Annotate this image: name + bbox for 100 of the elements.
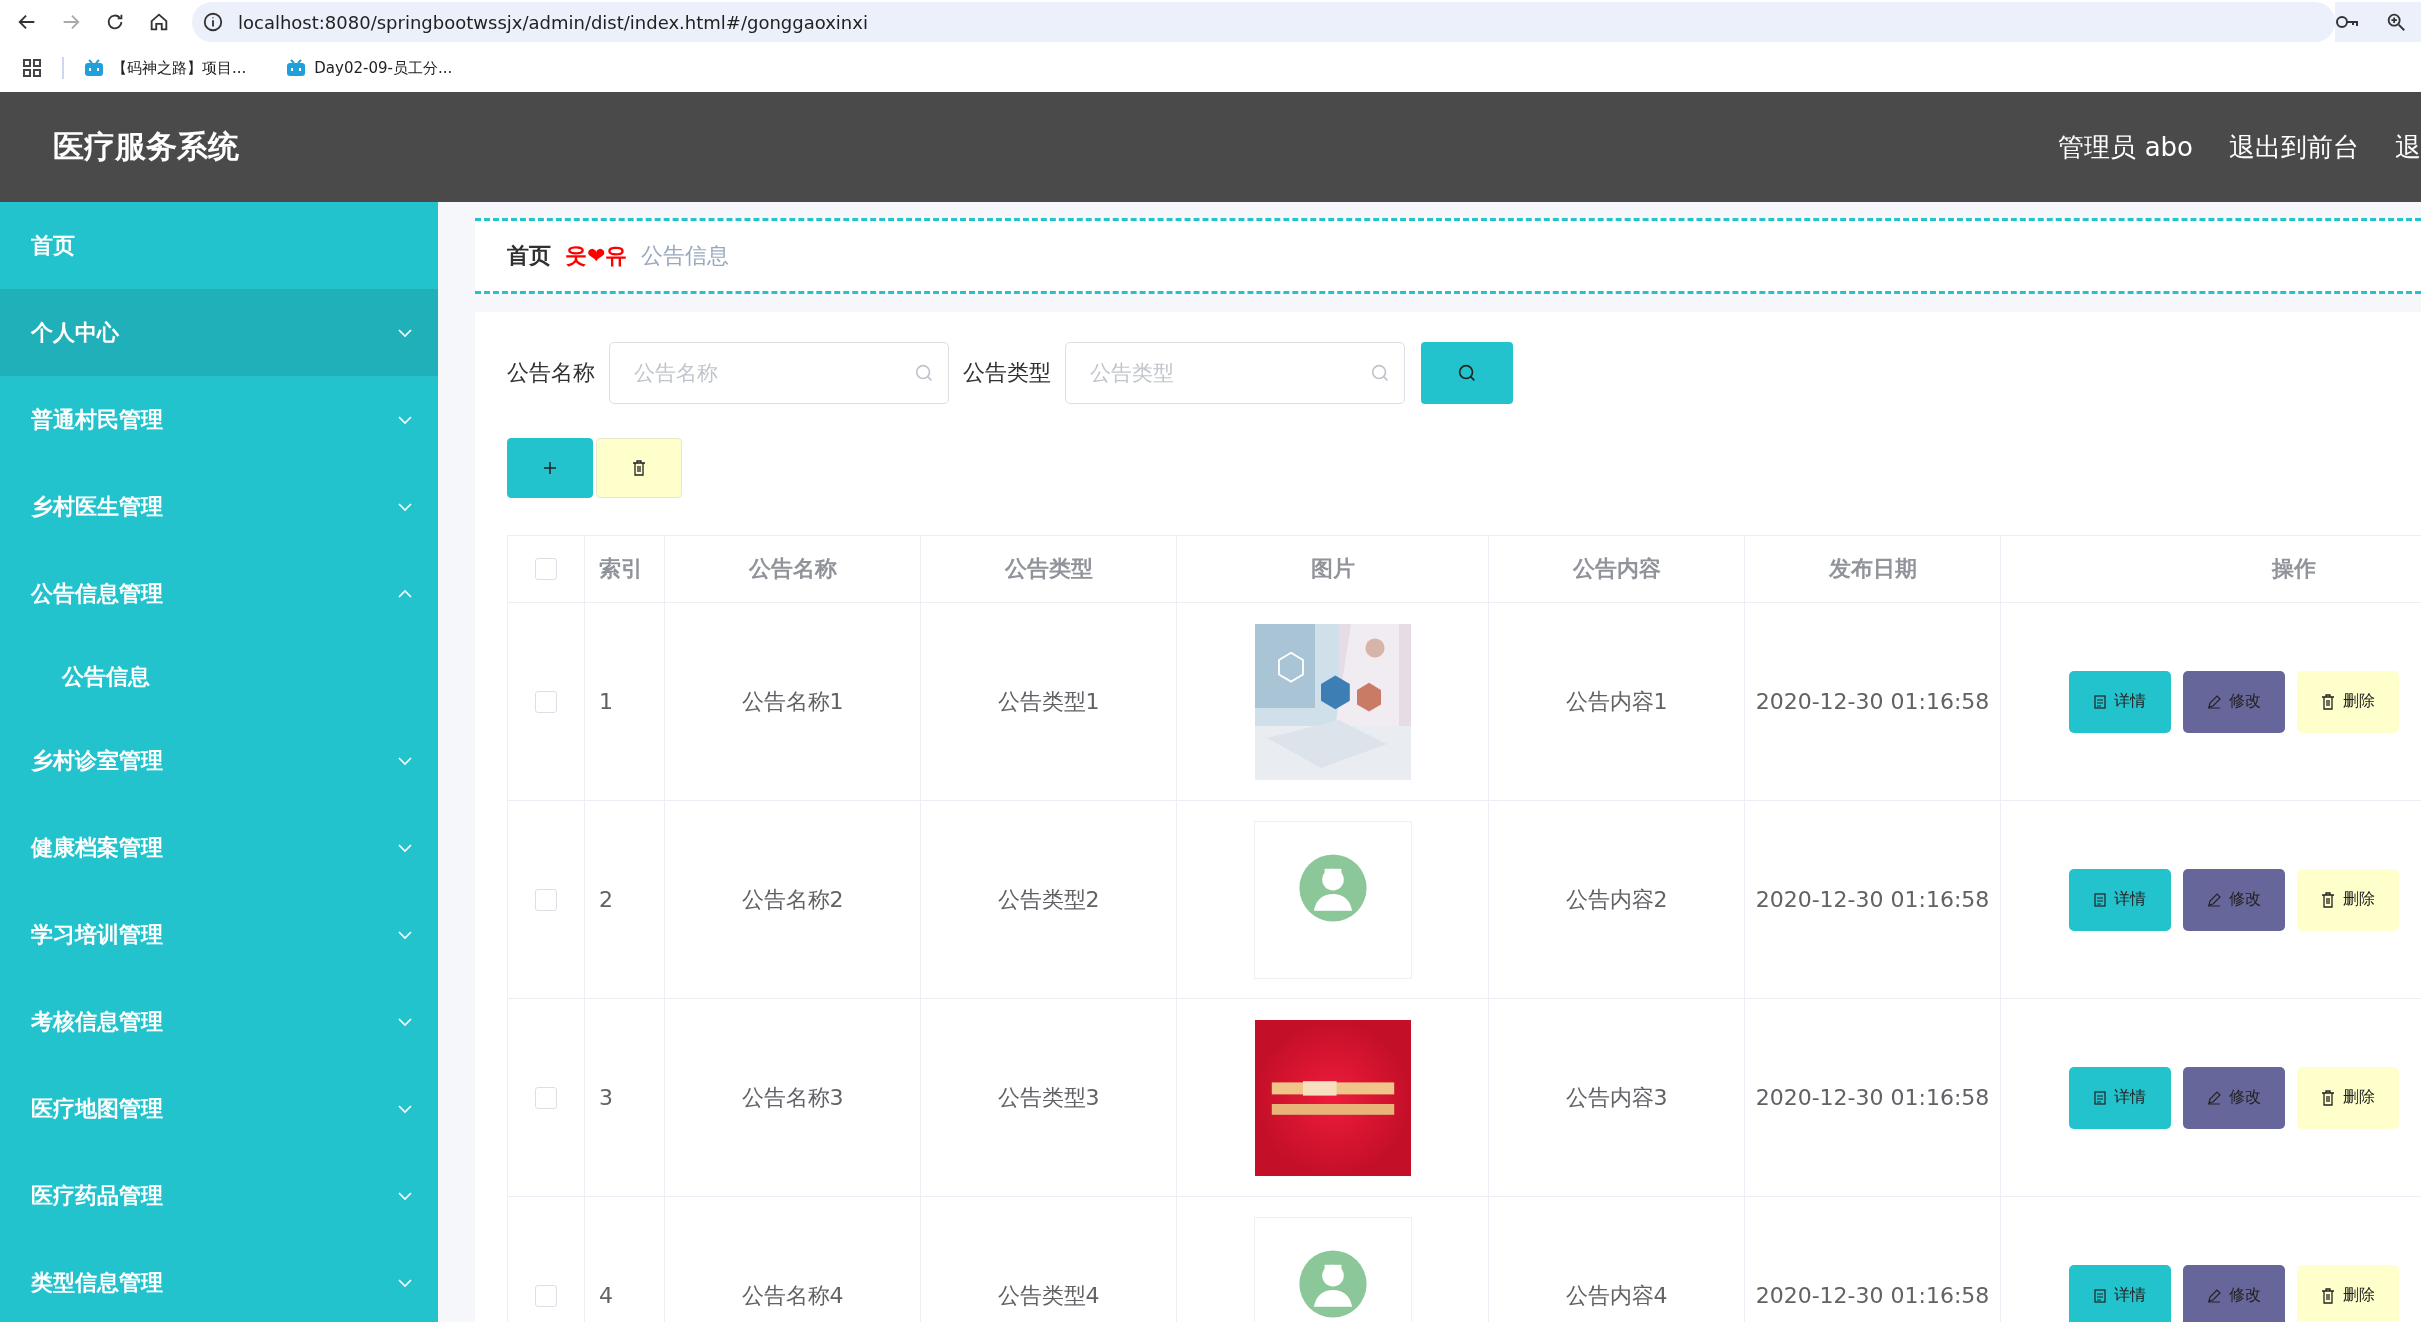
search-icon: [1369, 362, 1391, 384]
sidebar-item[interactable]: 考核信息管理: [0, 978, 438, 1065]
row-checkbox[interactable]: [535, 1086, 557, 1109]
column-header: 索引: [599, 555, 643, 583]
trash-icon: [2321, 1089, 2335, 1106]
details-button[interactable]: 详情: [2069, 670, 2171, 733]
document-icon: [2094, 694, 2106, 709]
column-header: 公告名称: [748, 555, 837, 583]
table-cell-text: 公告名称4: [741, 1281, 844, 1310]
sidebar-item[interactable]: 乡村诊室管理: [0, 717, 438, 804]
document-icon: [2094, 1288, 2106, 1303]
pencil-icon: [2207, 1288, 2221, 1303]
delete-button[interactable]: 删除: [2297, 1066, 2399, 1129]
column-header: 公告内容: [1572, 555, 1661, 583]
search-icon: [1456, 362, 1478, 384]
table-cell: 2020-12-30 01:16:58: [1755, 887, 1990, 912]
search-icon: [913, 362, 935, 384]
header-link[interactable]: 退: [2395, 129, 2421, 165]
sidebar-item[interactable]: 个人中心: [0, 289, 438, 376]
zoom-icon[interactable]: [2385, 11, 2407, 33]
table-cell: 2020-12-30 01:16:58: [1755, 1283, 1990, 1308]
delete-button[interactable]: [596, 438, 682, 498]
chevron-down-icon: [398, 929, 412, 940]
address-bar[interactable]: localhost:8080/springbootwssjx/admin/dist/index.html#/gonggaoxinxi: [192, 2, 2335, 42]
row-checkbox[interactable]: [535, 888, 557, 911]
table-cell-text: 公告类型3: [997, 1083, 1100, 1112]
sidebar-item[interactable]: 类型信息管理: [0, 1239, 438, 1322]
table-cell-text: 公告类型4: [997, 1281, 1100, 1310]
edit-button[interactable]: 修改: [2183, 1066, 2285, 1129]
chevron-down-icon: [398, 755, 412, 766]
delete-button[interactable]: 删除: [2297, 868, 2399, 931]
delete-button[interactable]: 删除: [2297, 670, 2399, 733]
chevron-down-icon: [398, 1103, 412, 1114]
chevron-down-icon: [398, 842, 412, 853]
document-icon: [2094, 892, 2106, 907]
user-label: 管理员 abo: [2058, 130, 2193, 164]
table-cell-text: 公告名称1: [741, 687, 844, 716]
pencil-icon: [2207, 892, 2221, 907]
breadcrumb-item[interactable]: 首页: [507, 241, 551, 271]
table-cell: 4: [599, 1283, 613, 1308]
column-header: 操作: [2271, 555, 2316, 583]
table-cell-text: 公告内容4: [1565, 1281, 1668, 1310]
trash-icon: [2321, 891, 2335, 908]
search-field[interactable]: 公告类型: [1065, 342, 1405, 404]
edit-button[interactable]: 修改: [2183, 670, 2285, 733]
bookmark[interactable]: 【码神之路】项目...: [84, 58, 247, 78]
table-cell-text: 公告类型2: [997, 885, 1100, 914]
row-checkbox[interactable]: [535, 1284, 557, 1307]
details-button[interactable]: 详情: [2069, 1066, 2171, 1129]
column-header: 发布日期: [1828, 555, 1917, 583]
table-cell: 3: [599, 1085, 613, 1110]
search-field[interactable]: 公告名称: [609, 342, 949, 404]
chevron-down-icon: [398, 414, 412, 425]
sidebar-item[interactable]: 健康档案管理: [0, 804, 438, 891]
table-cell: 1: [599, 689, 613, 714]
chevron-down-icon: [398, 501, 412, 512]
trash-icon: [632, 460, 646, 476]
edit-button[interactable]: 修改: [2183, 1264, 2285, 1322]
table-cell-text: 公告内容3: [1565, 1083, 1668, 1112]
header-link[interactable]: 退出到前台: [2229, 129, 2359, 165]
apps-icon[interactable]: [22, 58, 42, 78]
table-cell: 2: [599, 887, 613, 912]
table-cell: 2020-12-30 01:16:58: [1755, 1085, 1990, 1110]
key-icon[interactable]: [2335, 13, 2359, 31]
document-icon: [2094, 1090, 2106, 1105]
table-cell: 2020-12-30 01:16:58: [1755, 689, 1990, 714]
sidebar-item[interactable]: 学习培训管理: [0, 891, 438, 978]
trash-icon: [2321, 1287, 2335, 1304]
sidebar-item[interactable]: 公告信息管理: [0, 550, 438, 637]
trash-icon: [2321, 693, 2335, 710]
table-cell-text: 公告名称2: [741, 885, 844, 914]
breadcrumb-item: 公告信息: [641, 242, 730, 270]
column-header: 图片: [1310, 555, 1355, 583]
info-icon[interactable]: [202, 11, 224, 33]
tv-icon: [286, 59, 307, 77]
table-cell-text: 公告内容1: [1565, 687, 1668, 716]
sidebar-subitem[interactable]: 公告信息: [0, 637, 438, 717]
details-button[interactable]: 详情: [2069, 1264, 2171, 1322]
sidebar-item[interactable]: 普通村民管理: [0, 376, 438, 463]
home-icon[interactable]: [148, 11, 170, 33]
sidebar-item[interactable]: 乡村医生管理: [0, 463, 438, 550]
chevron-down-icon: [398, 327, 412, 338]
select-all-checkbox[interactable]: [535, 558, 557, 580]
app-title: 医疗服务系统: [53, 127, 239, 166]
bookmark[interactable]: Day02-09-员工分...: [286, 58, 453, 78]
row-checkbox[interactable]: [535, 690, 557, 713]
sidebar-item[interactable]: 医疗药品管理: [0, 1152, 438, 1239]
table-cell-text: 公告内容2: [1565, 885, 1668, 914]
edit-button[interactable]: 修改: [2183, 868, 2285, 931]
pencil-icon: [2207, 694, 2221, 709]
avatar-icon: [1253, 820, 1412, 979]
sidebar-item[interactable]: 医疗地图管理: [0, 1065, 438, 1152]
sidebar-item[interactable]: 首页: [0, 202, 438, 289]
details-button[interactable]: 详情: [2069, 868, 2171, 931]
chevron-up-icon: [398, 588, 412, 599]
tv-icon: [84, 59, 104, 77]
field-label: 公告类型: [963, 359, 1051, 387]
chevron-down-icon: [398, 1277, 412, 1288]
breadcrumb-separator: 웃❤유: [565, 242, 628, 270]
delete-button[interactable]: 删除: [2297, 1264, 2399, 1322]
